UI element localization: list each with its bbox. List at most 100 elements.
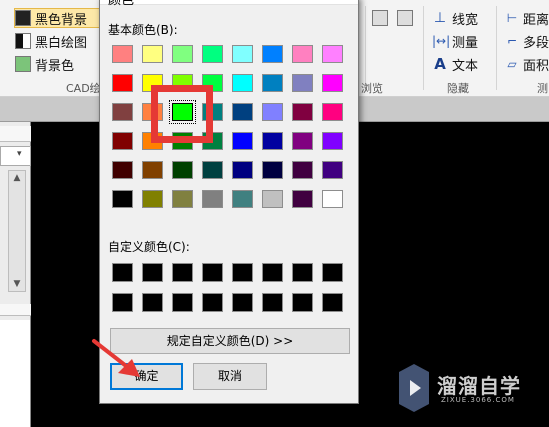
custom-color-swatch[interactable] — [322, 293, 343, 312]
basic-color-swatch[interactable] — [142, 45, 163, 63]
distance-label: 距离 — [523, 12, 549, 28]
custom-color-swatch[interactable] — [262, 293, 283, 312]
basic-color-swatch[interactable] — [112, 161, 133, 179]
background-color-label: 背景色 — [35, 58, 75, 74]
ribbon-separator — [423, 6, 424, 90]
line-width-icon: ⊥ — [433, 10, 447, 26]
group-label-hide: 隐藏 — [447, 82, 469, 95]
basic-color-swatch[interactable] — [232, 45, 253, 63]
screen: 黑色背景 黑白绘图 背景色 CAD绘 浏览 ⊥ 线宽 |↔| 测量 A 文本 隐… — [0, 0, 549, 427]
custom-color-swatch[interactable] — [232, 293, 253, 312]
black-white-draw-label: 黑白绘图 — [35, 35, 88, 51]
custom-color-swatch[interactable] — [112, 263, 133, 282]
basic-color-swatch[interactable] — [112, 74, 133, 92]
basic-color-swatch[interactable] — [112, 190, 133, 208]
browse-tool-button[interactable] — [372, 8, 392, 28]
basic-color-swatch[interactable] — [232, 103, 253, 121]
polyline-button[interactable]: ⌐ 多段 — [504, 31, 549, 51]
basic-color-swatch[interactable] — [172, 45, 193, 63]
custom-color-swatch[interactable] — [202, 263, 223, 282]
polyline-icon: ⌐ — [506, 34, 518, 48]
custom-color-swatch[interactable] — [142, 293, 163, 312]
scroll-up-icon[interactable]: ▲ — [10, 171, 24, 185]
custom-color-swatch[interactable] — [292, 263, 313, 282]
basic-color-swatch[interactable] — [322, 190, 343, 208]
basic-color-swatch[interactable] — [322, 161, 343, 179]
ribbon-separator — [496, 6, 497, 90]
black-background-label: 黑色背景 — [35, 12, 88, 28]
palette-icon — [15, 56, 31, 72]
basic-color-swatch[interactable] — [142, 161, 163, 179]
basic-color-swatch[interactable] — [322, 74, 343, 92]
distance-button[interactable]: ⊢ 距离 — [504, 8, 549, 28]
custom-color-swatch[interactable] — [172, 293, 193, 312]
ribbon-separator — [365, 6, 366, 90]
custom-color-swatch[interactable] — [262, 263, 283, 282]
basic-color-swatch[interactable] — [232, 74, 253, 92]
basic-color-swatch[interactable] — [172, 190, 193, 208]
custom-color-swatch[interactable] — [292, 293, 313, 312]
basic-color-swatch[interactable] — [112, 45, 133, 63]
basic-color-swatch[interactable] — [292, 103, 313, 121]
watermark-text: 溜溜自学 — [437, 374, 521, 398]
custom-color-swatch[interactable] — [142, 263, 163, 282]
area-label: 面积 — [523, 58, 549, 74]
polyline-label: 多段 — [523, 35, 549, 51]
custom-color-swatch[interactable] — [202, 293, 223, 312]
basic-color-swatch[interactable] — [322, 103, 343, 121]
basic-color-swatch[interactable] — [202, 190, 223, 208]
browse-tool-button-2[interactable] — [397, 8, 417, 28]
text-icon: A — [434, 55, 446, 73]
basic-color-swatch[interactable] — [202, 161, 223, 179]
ruler-icon: |↔| — [432, 34, 451, 48]
basic-color-swatch[interactable] — [262, 103, 283, 121]
basic-color-swatch[interactable] — [232, 132, 253, 150]
basic-color-swatch[interactable] — [112, 103, 133, 121]
basic-color-swatch[interactable] — [292, 45, 313, 63]
basic-color-swatch[interactable] — [322, 132, 343, 150]
black-background-button[interactable]: 黑色背景 — [14, 8, 100, 28]
basic-color-swatch[interactable] — [232, 161, 253, 179]
custom-color-swatch[interactable] — [322, 263, 343, 282]
dialog-titlebar: 颜色 — [100, 0, 358, 8]
area-button[interactable]: ▱ 面积 — [504, 54, 549, 74]
redo-icon — [397, 10, 413, 26]
custom-color-swatch[interactable] — [172, 263, 193, 282]
measure-button[interactable]: |↔| 测量 — [432, 31, 478, 51]
scroll-down-icon[interactable]: ▼ — [10, 277, 24, 291]
highlight-box — [151, 85, 213, 143]
line-width-label: 线宽 — [452, 12, 479, 28]
basic-color-swatch[interactable] — [262, 45, 283, 63]
basic-color-swatch[interactable] — [292, 132, 313, 150]
background-color-button[interactable]: 背景色 — [15, 54, 74, 74]
text-button[interactable]: A 文本 — [432, 54, 478, 74]
area-icon: ▱ — [507, 57, 517, 71]
basic-color-swatch[interactable] — [292, 161, 313, 179]
basic-color-swatch[interactable] — [322, 45, 343, 63]
line-width-button[interactable]: ⊥ 线宽 — [432, 8, 478, 28]
contrast-icon — [15, 33, 31, 49]
basic-color-swatch[interactable] — [232, 190, 253, 208]
panel-dropdown[interactable]: ▾ — [0, 146, 31, 166]
basic-color-swatch[interactable] — [112, 132, 133, 150]
basic-color-swatch[interactable] — [262, 132, 283, 150]
cancel-button[interactable]: 取消 — [193, 363, 267, 390]
watermark-logo-icon — [399, 364, 429, 412]
basic-color-swatch[interactable] — [292, 74, 313, 92]
black-white-draw-button[interactable]: 黑白绘图 — [15, 31, 87, 51]
dialog-title: 颜色 — [108, 0, 135, 8]
chevron-down-icon: ▾ — [17, 149, 22, 159]
undo-icon — [372, 10, 388, 26]
panel-section — [0, 304, 31, 316]
basic-color-swatch[interactable] — [172, 161, 193, 179]
basic-color-swatch[interactable] — [202, 45, 223, 63]
custom-color-swatch[interactable] — [112, 293, 133, 312]
basic-color-swatch[interactable] — [262, 74, 283, 92]
panel-content — [0, 320, 30, 427]
basic-color-swatch[interactable] — [292, 190, 313, 208]
panel-scrollbar[interactable]: ▲ ▼ — [8, 170, 26, 292]
custom-color-swatch[interactable] — [232, 263, 253, 282]
basic-color-swatch[interactable] — [262, 161, 283, 179]
basic-color-swatch[interactable] — [262, 190, 283, 208]
basic-color-swatch[interactable] — [142, 190, 163, 208]
